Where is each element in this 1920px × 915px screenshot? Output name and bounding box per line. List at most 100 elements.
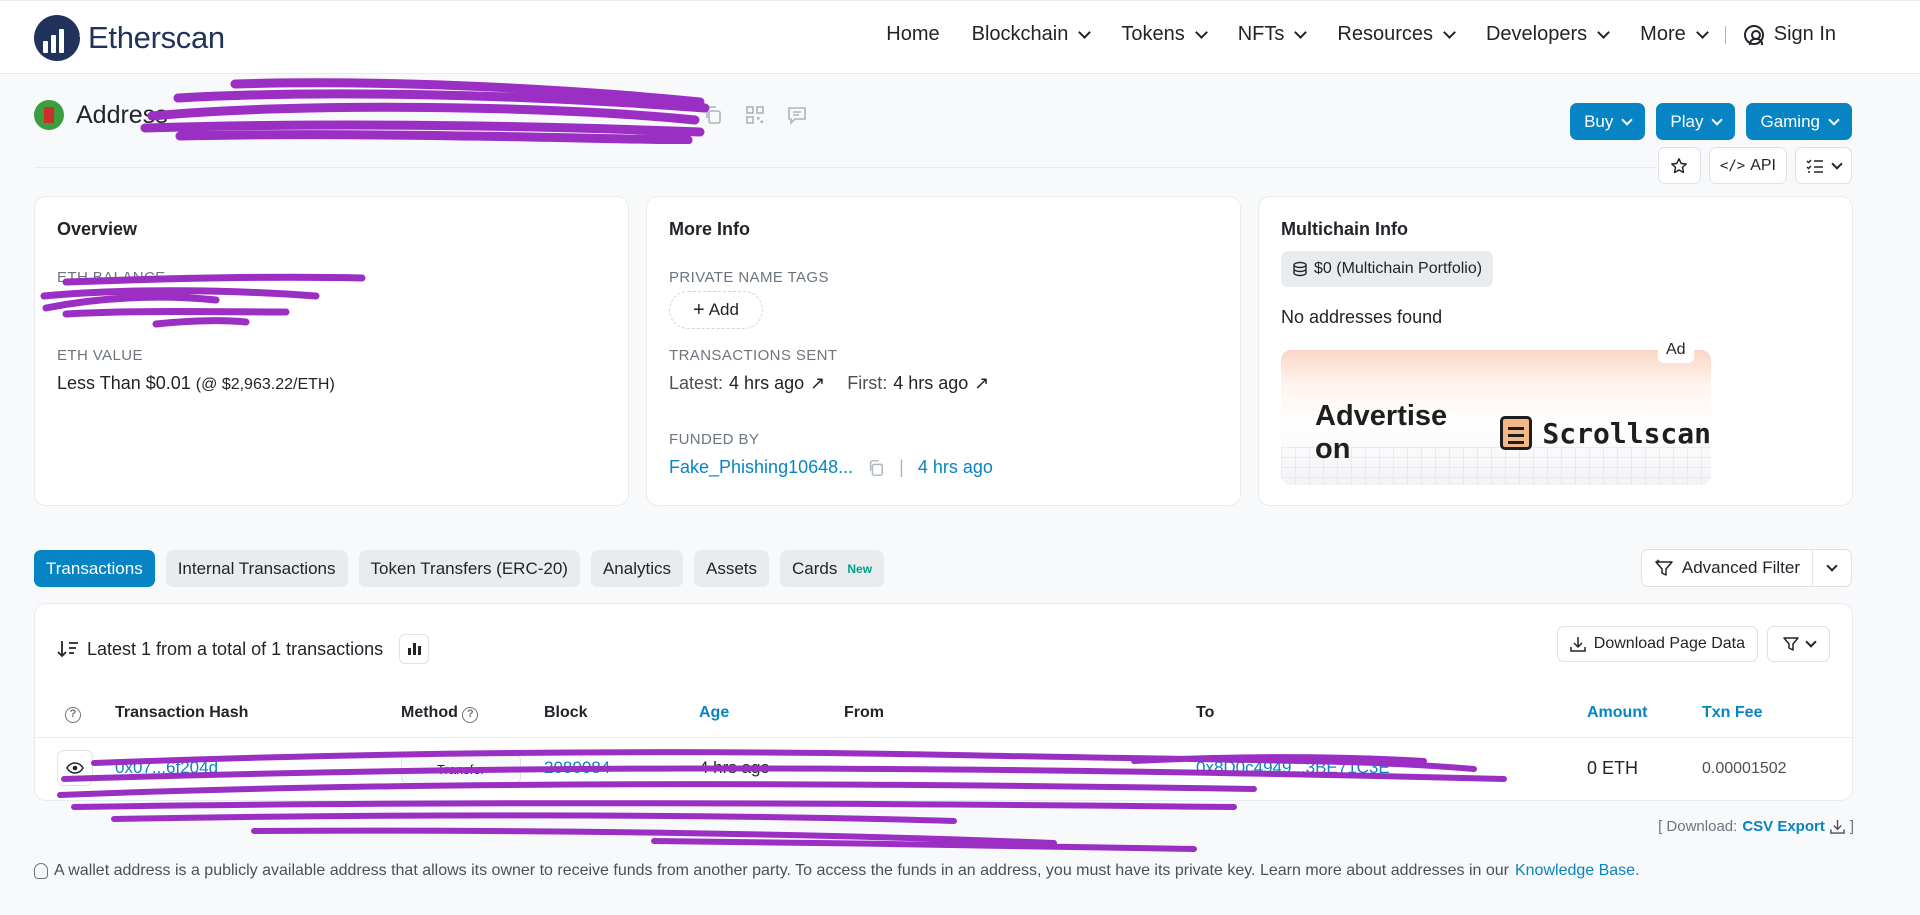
block-link[interactable]: 2080084	[544, 758, 610, 778]
comment-icon[interactable]	[787, 105, 807, 125]
address-tabs: Transactions Internal Transactions Token…	[34, 550, 885, 587]
advanced-filter-button[interactable]: Advanced Filter	[1642, 550, 1813, 586]
play-button[interactable]: Play	[1656, 103, 1736, 140]
eye-icon	[66, 762, 84, 774]
chart-toggle-button[interactable]	[399, 634, 430, 664]
tab-transactions[interactable]: Transactions	[34, 550, 155, 587]
chevron-down-icon	[1804, 636, 1817, 648]
col-txn-fee[interactable]: Txn Fee	[1702, 704, 1762, 722]
info-help-icon[interactable]: ?	[65, 704, 81, 723]
scrollscan-ad-banner[interactable]: Advertise on Scrollscan	[1281, 350, 1711, 485]
col-method: Method ?	[401, 704, 479, 723]
nav-home[interactable]: Home	[886, 23, 939, 46]
add-name-tag-button[interactable]: + Add	[669, 291, 763, 329]
nav-resources[interactable]: Resources	[1337, 23, 1456, 46]
header-divider	[34, 167, 1659, 168]
chevron-down-icon	[1831, 157, 1843, 170]
tx-amount: 0 ETH	[1587, 758, 1639, 778]
favorite-button[interactable]	[1657, 147, 1701, 184]
first-tx-link[interactable]: 4 hrs ago ↗	[893, 373, 989, 394]
etherscan-logo[interactable]: Etherscan	[34, 15, 225, 61]
coins-icon	[1293, 261, 1307, 277]
chevron-down-icon	[1078, 25, 1092, 39]
transactions-summary: Latest 1 from a total of 1 transactions	[57, 634, 430, 664]
address-hash-redacted	[186, 105, 691, 125]
qr-code-icon[interactable]	[745, 105, 765, 125]
eth-value-label: ETH VALUE	[57, 347, 143, 364]
tx-age: 4 hrs ago	[699, 758, 770, 777]
col-from: From	[844, 704, 884, 721]
address-header: Address	[34, 100, 807, 130]
brand-name: Etherscan	[88, 20, 225, 55]
tx-fee: 0.00001502	[1702, 760, 1787, 777]
address-info-note: A wallet address is a publicly available…	[34, 862, 1640, 880]
filter-icon	[1782, 637, 1799, 651]
sign-in-link[interactable]: Sign In	[1743, 23, 1836, 46]
col-amount[interactable]: Amount	[1587, 704, 1647, 722]
knowledge-base-link[interactable]: Knowledge Base.	[1515, 862, 1640, 880]
ad-brand: Scrollscan	[1542, 416, 1711, 450]
chevron-down-icon	[1695, 25, 1709, 39]
nav-divider	[1724, 25, 1726, 44]
chevron-down-icon	[1621, 113, 1634, 126]
advanced-filter-dropdown[interactable]	[1813, 560, 1851, 572]
to-address-link[interactable]: 0x8D0c4949...3BE71C3E	[1196, 758, 1390, 778]
scroll-icon	[1500, 416, 1533, 450]
more-info-title: More Info	[669, 219, 750, 239]
separator: |	[899, 457, 904, 477]
col-age[interactable]: Age	[699, 704, 729, 722]
download-icon	[1830, 819, 1845, 834]
arrow-up-right-icon: ↗	[974, 373, 990, 393]
download-page-data-button[interactable]: Download Page Data	[1556, 626, 1758, 662]
tab-assets[interactable]: Assets	[693, 550, 770, 587]
nav-tokens[interactable]: Tokens	[1121, 23, 1208, 46]
gaming-button[interactable]: Gaming	[1746, 103, 1852, 140]
ad-text: Advertise on Scrollscan	[1315, 400, 1711, 465]
chevron-down-icon	[1194, 25, 1208, 39]
transactions-sent-values: Latest: 4 hrs ago ↗ First: 4 hrs ago ↗	[669, 373, 990, 394]
filter-sparkle-icon	[1655, 559, 1673, 576]
main-nav: Home Blockchain Tokens NFTs Resources De…	[854, 23, 1836, 46]
nav-nfts[interactable]: NFTs	[1238, 23, 1308, 46]
help-icon[interactable]: ?	[462, 707, 479, 723]
overview-card: Overview ETH BALANCE ETH VALUE Less Than…	[34, 196, 629, 506]
code-icon: </>	[1719, 157, 1746, 174]
advanced-filter-group: Advanced Filter	[1640, 549, 1852, 587]
multichain-info-card: Multichain Info $0 (Multichain Portfolio…	[1258, 196, 1853, 506]
tab-internal-transactions[interactable]: Internal Transactions	[165, 550, 348, 587]
chevron-down-icon	[1294, 25, 1308, 39]
csv-export-row: [ Download: CSV Export ]	[1658, 818, 1854, 835]
tab-analytics[interactable]: Analytics	[590, 550, 683, 587]
multichain-portfolio-button[interactable]: $0 (Multichain Portfolio)	[1281, 251, 1494, 287]
tab-token-transfers[interactable]: Token Transfers (ERC-20)	[358, 550, 580, 587]
tx-hash-link[interactable]: 0x07...6f204d	[115, 758, 218, 778]
csv-export-link[interactable]: CSV Export	[1742, 818, 1825, 835]
nav-more[interactable]: More	[1640, 23, 1709, 46]
more-options-button[interactable]	[1795, 147, 1852, 184]
address-avatar	[34, 100, 64, 130]
buy-button[interactable]: Buy	[1570, 103, 1646, 140]
view-details-button[interactable]	[57, 750, 93, 786]
latest-tx-link[interactable]: 4 hrs ago ↗	[729, 373, 825, 394]
eth-balance-value-redacted	[57, 293, 287, 315]
more-info-card: More Info PRIVATE NAME TAGS + Add TRANSA…	[646, 196, 1241, 506]
table-header: ? Transaction Hash Method ? Block Age Fr…	[35, 688, 1852, 738]
funded-by-link[interactable]: Fake_Phishing10648...	[669, 457, 853, 478]
page-title: Address	[76, 100, 168, 129]
sort-icon	[57, 641, 78, 658]
method-badge: Transfer	[401, 754, 521, 784]
chevron-down-icon	[1828, 113, 1840, 126]
col-transaction-hash: Transaction Hash	[115, 704, 249, 721]
nav-blockchain[interactable]: Blockchain	[972, 23, 1092, 46]
overview-title: Overview	[57, 219, 138, 239]
col-to: To	[1196, 704, 1215, 721]
address-tool-buttons: </> API	[1657, 147, 1852, 184]
copy-icon[interactable]	[867, 459, 885, 477]
tab-cards[interactable]: Cards New	[780, 550, 885, 587]
nav-developers[interactable]: Developers	[1486, 23, 1611, 46]
copy-icon[interactable]	[703, 105, 723, 125]
arrow-up-right-icon: ↗	[810, 373, 826, 393]
funded-age-link[interactable]: 4 hrs ago	[918, 457, 993, 478]
api-button[interactable]: </> API	[1708, 147, 1787, 184]
table-filter-button[interactable]	[1767, 626, 1830, 662]
